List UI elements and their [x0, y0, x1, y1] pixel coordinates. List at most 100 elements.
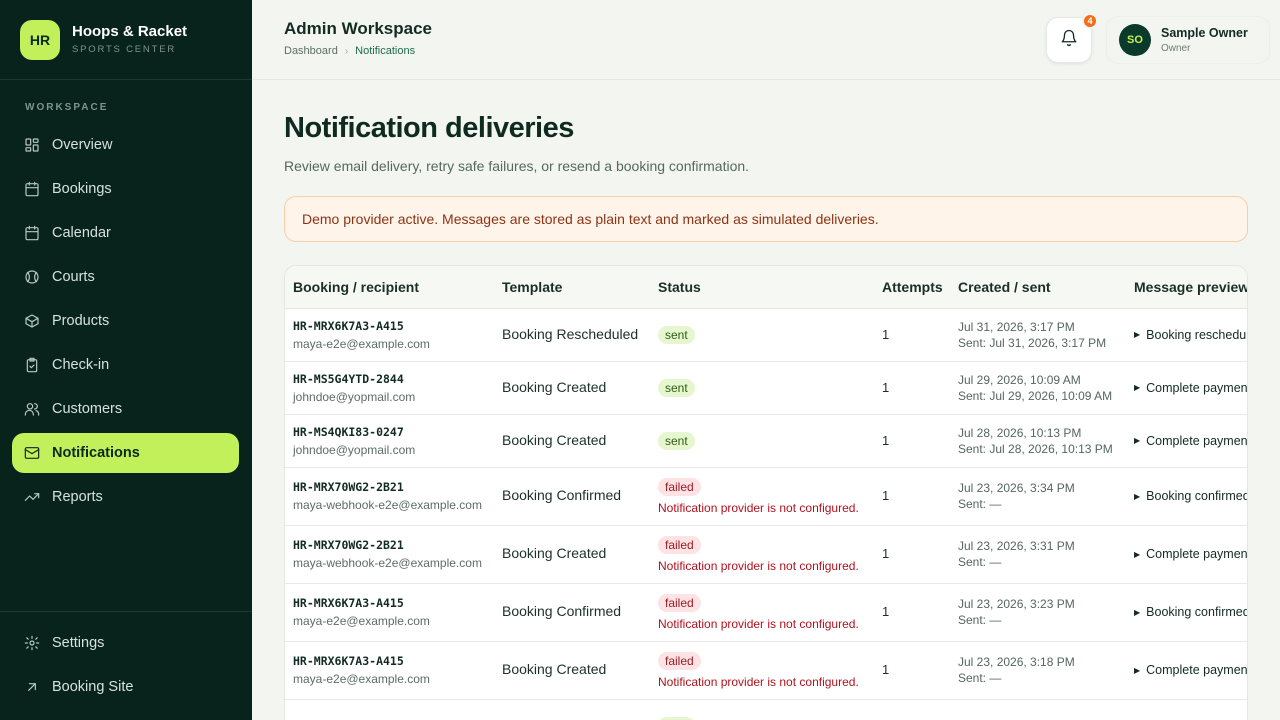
sent-at: Sent: — [958, 555, 1002, 569]
deliveries-table-container[interactable]: Booking / recipient Template Status Atte… [284, 265, 1248, 720]
ball-icon [24, 269, 40, 285]
booking-cell: HR-MRX70WG2-2B21 maya-webhook-e2e@example… [285, 467, 494, 526]
preview-text: Booking confirmed [1146, 489, 1248, 503]
booking-code[interactable]: HR-MRX70WG2-2B21 [293, 480, 494, 494]
brand-logo: HR [20, 19, 60, 60]
message-preview-toggle[interactable]: ▶ Complete payment [1134, 434, 1247, 448]
attempts-count: 1 [882, 662, 890, 677]
sidebar-item-calendar[interactable]: Calendar [12, 213, 239, 253]
table-row[interactable]: HR-MRX70WG2-2B21 maya-webhook-e2e@example… [285, 467, 1248, 526]
trending-up-icon [24, 489, 40, 505]
recipient-email: maya-e2e@example.com [293, 672, 430, 686]
nav-section-label: WORKSPACE [25, 102, 109, 113]
sidebar-nav: Overview Bookings Calendar Courts Products Ch… [12, 125, 239, 521]
user-menu[interactable]: SO Sample Owner Owner [1106, 16, 1270, 64]
attempts-count: 1 [882, 432, 890, 448]
caret-right-icon: ▶ [1134, 607, 1141, 617]
error-message: Notification provider is not configured. [658, 616, 859, 631]
sidebar-item-overview[interactable]: Overview [12, 125, 239, 165]
caret-right-icon: ▶ [1134, 330, 1141, 339]
sidebar-item-label: Customers [52, 401, 123, 417]
booking-code[interactable]: HR-MRX6K7A3-A415 [293, 319, 494, 333]
brand[interactable]: HR Hoops & Racket SPORTS CENTER [0, 0, 252, 80]
sidebar-item-check-in[interactable]: Check-in [12, 345, 239, 385]
caret-right-icon: ▶ [1134, 383, 1141, 392]
preview-text: Complete payment [1146, 663, 1248, 677]
message-preview-toggle[interactable]: ▶ Complete payment [1134, 380, 1248, 395]
recipient-email: johndoe@yopmail.com [293, 442, 416, 457]
sidebar-item-courts[interactable]: Courts [12, 257, 239, 297]
col-created-sent: Created / sent [950, 266, 1126, 309]
message-preview-toggle[interactable]: ▶ Complete payment [1134, 547, 1247, 561]
sidebar-item-notifications[interactable]: Notifications [12, 433, 239, 473]
dates-cell: Jul 29, 2026, 10:09 AM Sent: Jul 29, 2026… [950, 361, 1126, 415]
status-cell: sent [650, 361, 874, 415]
sent-at: Sent: Jul 28, 2026, 10:13 PM [958, 441, 1113, 456]
sent-at: Sent: Jul 29, 2026, 10:09 AM [958, 388, 1113, 403]
col-status: Status [650, 266, 874, 309]
avatar: SO [1119, 24, 1151, 56]
sidebar-item-booking-site[interactable]: Booking Site [12, 667, 239, 707]
message-preview-toggle[interactable]: ▶ Complete payment [1134, 663, 1248, 677]
sidebar-item-customers[interactable]: Customers [12, 389, 239, 429]
table-row[interactable]: HR-MS5G4YTD-2844 johndoe@yopmail.com Booki… [285, 361, 1248, 415]
notifications-button[interactable]: 4 [1046, 13, 1098, 63]
dates-cell: Jul 28, 2026, 10:13 PM Sent: Jul 28, 2026… [950, 414, 1126, 468]
sidebar-item-products[interactable]: Products [12, 301, 239, 341]
table-row[interactable]: HR-MRX6K7A3-A415 maya-e2e@example.com Book… [285, 583, 1248, 642]
booking-code[interactable]: HR-MS5G4YTD-2844 [293, 372, 494, 386]
status-cell: sent [650, 308, 874, 362]
booking-code[interactable]: HR-MRX70WG2-2B21 [293, 538, 494, 552]
status-badge: sent [658, 325, 695, 344]
template-name: Booking Created [502, 378, 607, 395]
sidebar-item-reports[interactable]: Reports [12, 477, 239, 517]
preview-cell: ▶Complete payment [1126, 699, 1247, 720]
col-message-preview: Message preview [1126, 266, 1247, 309]
sent-at: Sent: — [958, 497, 1002, 511]
recipient-email: maya-webhook-e2e@example.com [293, 556, 482, 570]
sidebar-item-bookings[interactable]: Bookings [12, 169, 239, 209]
message-preview-toggle[interactable]: ▶ Booking reschedule [1134, 328, 1247, 342]
preview-text: Complete payment [1146, 380, 1248, 395]
preview-text: Booking confirmed [1146, 605, 1248, 619]
booking-code[interactable]: HR-MRX6K7A3-A415 [293, 596, 494, 610]
sidebar-footer: Settings Booking Site [0, 611, 252, 711]
table-row[interactable]: HR-MRX2ALZ4-3FAE Booking Created sent 1Jul … [285, 699, 1247, 720]
template-cell: Booking Created [494, 361, 650, 415]
booking-code[interactable]: HR-MS4QKI83-0247 [293, 425, 494, 439]
created-at: Jul 23, 2026, 3:31 PM [958, 539, 1075, 553]
sidebar-item-label: Calendar [52, 225, 111, 241]
caret-right-icon: ▶ [1134, 665, 1141, 675]
status-cell: failed Notification provider is not confi… [650, 583, 874, 642]
table-row[interactable]: HR-MRX6K7A3-A415 maya-e2e@example.com Book… [285, 641, 1248, 700]
sent-at: Sent: — [958, 613, 1002, 627]
message-preview-toggle[interactable]: ▶ Booking confirmed [1134, 605, 1248, 619]
status-cell: failed Notification provider is not confi… [650, 641, 874, 700]
attempts-cell: 1 [874, 467, 950, 526]
attempts-count: 1 [882, 379, 890, 395]
table-row[interactable]: HR-MRX70WG2-2B21 maya-webhook-e2e@example… [285, 525, 1247, 584]
status-badge: failed [658, 593, 701, 612]
template-name: Booking Confirmed [502, 603, 622, 619]
breadcrumb-dashboard[interactable]: Dashboard [284, 45, 338, 57]
sidebar-item-settings[interactable]: Settings [12, 623, 239, 663]
created-at: Jul 23, 2026, 3:18 PM [958, 655, 1075, 669]
booking-cell: HR-MS5G4YTD-2844 johndoe@yopmail.com [285, 361, 494, 415]
sidebar: HR Hoops & Racket SPORTS CENTER WORKSPAC… [0, 0, 252, 720]
message-preview-toggle[interactable]: ▶ Booking confirmed [1134, 489, 1248, 503]
table-row[interactable]: HR-MS4QKI83-0247 johndoe@yopmail.com Booki… [285, 414, 1247, 468]
sidebar-item-label: Overview [52, 137, 113, 153]
table-row[interactable]: HR-MRX6K7A3-A415 maya-e2e@example.com Book… [285, 308, 1247, 362]
created-at: Jul 23, 2026, 3:34 PM [958, 481, 1075, 495]
booking-code[interactable]: HR-MRX6K7A3-A415 [293, 654, 494, 668]
attempts-count: 1 [882, 604, 890, 619]
calendar-icon [24, 181, 40, 197]
status-badge: failed [658, 477, 701, 496]
template-name: Booking Rescheduled [502, 325, 639, 342]
status-badge: failed [658, 535, 701, 554]
attempts-cell: 1 [874, 583, 950, 642]
preview-cell: ▶Complete payment [1126, 414, 1247, 468]
grid-icon [24, 137, 40, 153]
attempts-count: 1 [882, 326, 890, 342]
created-at: Jul 28, 2026, 10:13 PM [958, 425, 1082, 440]
